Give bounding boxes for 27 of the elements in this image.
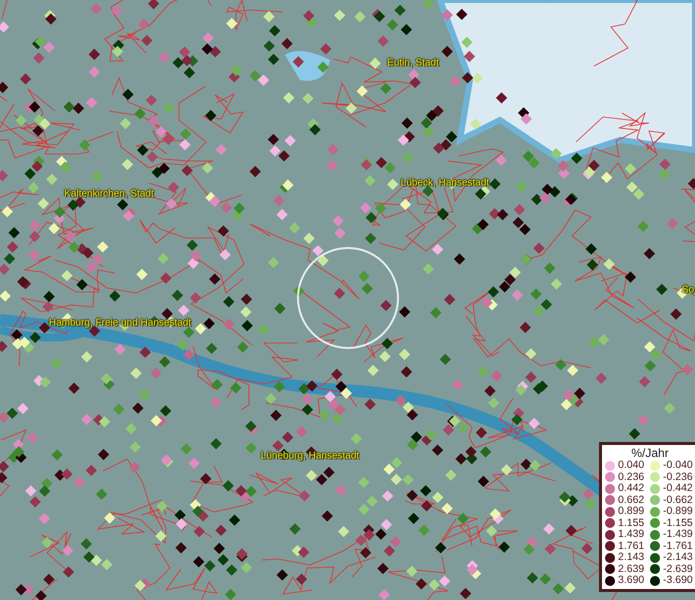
legend-value: 1.439 (618, 529, 644, 540)
legend-value: 2.639 (618, 564, 644, 575)
legend-value: 0.899 (618, 506, 644, 518)
legend-value: -0.899 (663, 506, 693, 518)
legend-value: 0.662 (618, 494, 644, 506)
legend-value: -1.761 (663, 540, 693, 552)
place-label: Kaltenkirchen, Stadt (64, 188, 154, 200)
legend-value: -2.143 (663, 552, 693, 564)
legend-value: -3.690 (663, 575, 693, 586)
legend-value: -0.442 (663, 483, 693, 494)
legend-value: -0.662 (663, 494, 693, 506)
legend-value: 2.143 (618, 552, 644, 564)
legend-value: -0.040 (663, 460, 693, 472)
selection-circle[interactable] (297, 247, 399, 349)
legend-value: 0.236 (618, 472, 644, 483)
legend-value: -0.236 (663, 472, 693, 483)
legend-value: 0.040 (618, 460, 644, 472)
legend-value: -1.155 (663, 518, 693, 529)
legend-value: 1.761 (618, 540, 644, 552)
legend-value: 0.442 (618, 483, 644, 494)
legend-value: -1.439 (663, 529, 693, 540)
legend-value: -2.639 (663, 564, 693, 575)
legend-value: 1.155 (618, 518, 644, 529)
place-label: Eutin, Stadt (387, 58, 439, 68)
map-drawing[interactable] (0, 0, 695, 600)
legend-value: 3.690 (618, 575, 644, 586)
legend-title: %/Jahr (630, 447, 670, 460)
